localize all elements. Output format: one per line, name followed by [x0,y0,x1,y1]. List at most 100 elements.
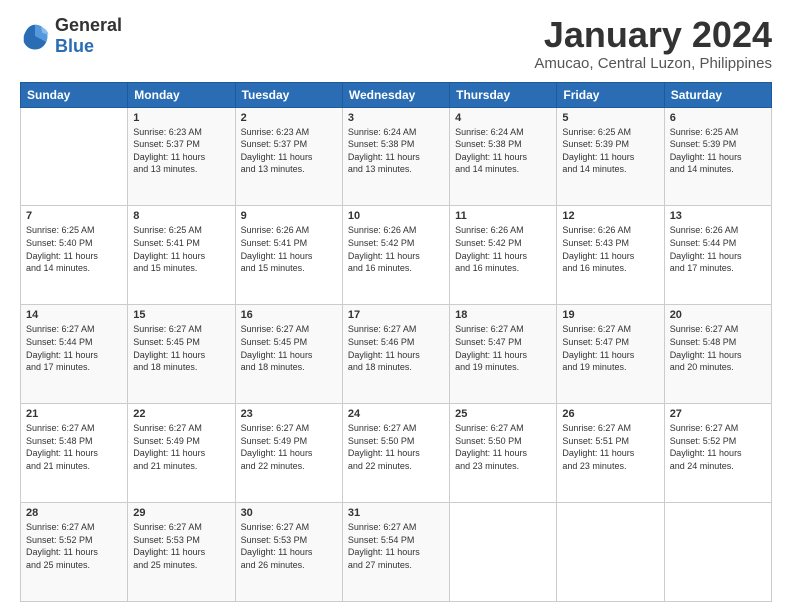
weekday-header-thursday: Thursday [450,82,557,107]
day-cell: 19Sunrise: 6:27 AMSunset: 5:47 PMDayligh… [557,305,664,404]
day-number: 13 [670,210,766,222]
day-number: 4 [455,112,551,124]
day-cell: 27Sunrise: 6:27 AMSunset: 5:52 PMDayligh… [664,404,771,503]
week-row-3: 21 Sunrise: 6:27 AMSunset: 5:48 PMDayligh… [21,404,772,503]
week-row-4: 28 Sunrise: 6:27 AMSunset: 5:52 PMDayligh… [21,503,772,602]
week-row-0: 1Sunrise: 6:23 AMSunset: 5:37 PMDaylight… [21,107,772,206]
day-cell: 18 Sunrise: 6:27 AMSunset: 5:47 PMDayligh… [450,305,557,404]
day-content: Sunrise: 6:27 AMSunset: 5:53 PMDaylight:… [133,521,229,571]
logo: General Blue [20,15,122,57]
day-number: 28 [26,507,122,519]
day-cell: 16Sunrise: 6:27 AMSunset: 5:45 PMDayligh… [235,305,342,404]
day-number: 24 [348,408,444,420]
day-cell: 24 Sunrise: 6:27 AMSunset: 5:50 PMDayligh… [342,404,449,503]
day-content: Sunrise: 6:26 AMSunset: 5:42 PMDaylight:… [348,224,444,274]
day-cell: 2 Sunrise: 6:23 AMSunset: 5:37 PMDaylight… [235,107,342,206]
day-content: Sunrise: 6:27 AMSunset: 5:45 PMDaylight:… [133,323,229,373]
day-number: 30 [241,507,337,519]
day-cell: 20Sunrise: 6:27 AMSunset: 5:48 PMDayligh… [664,305,771,404]
day-number: 6 [670,112,766,124]
day-content: Sunrise: 6:26 AMSunset: 5:43 PMDaylight:… [562,224,658,274]
day-content: Sunrise: 6:26 AMSunset: 5:44 PMDaylight:… [670,224,766,274]
day-cell: 26Sunrise: 6:27 AMSunset: 5:51 PMDayligh… [557,404,664,503]
day-cell [664,503,771,602]
day-cell: 5 Sunrise: 6:25 AMSunset: 5:39 PMDaylight… [557,107,664,206]
week-row-1: 7Sunrise: 6:25 AMSunset: 5:40 PMDaylight… [21,206,772,305]
day-number: 12 [562,210,658,222]
day-number: 9 [241,210,337,222]
day-cell: 15Sunrise: 6:27 AMSunset: 5:45 PMDayligh… [128,305,235,404]
weekday-header-row: SundayMondayTuesdayWednesdayThursdayFrid… [21,82,772,107]
day-content: Sunrise: 6:27 AMSunset: 5:50 PMDaylight:… [455,422,551,472]
day-number: 16 [241,309,337,321]
calendar-header: SundayMondayTuesdayWednesdayThursdayFrid… [21,82,772,107]
day-content: Sunrise: 6:27 AMSunset: 5:47 PMDaylight:… [455,323,551,373]
day-content: Sunrise: 6:27 AMSunset: 5:49 PMDaylight:… [241,422,337,472]
day-content: Sunrise: 6:27 AMSunset: 5:46 PMDaylight:… [348,323,444,373]
day-content: Sunrise: 6:25 AMSunset: 5:41 PMDaylight:… [133,224,229,274]
day-cell [450,503,557,602]
day-cell: 8 Sunrise: 6:25 AMSunset: 5:41 PMDaylight… [128,206,235,305]
day-content: Sunrise: 6:27 AMSunset: 5:44 PMDaylight:… [26,323,122,373]
week-row-2: 14 Sunrise: 6:27 AMSunset: 5:44 PMDayligh… [21,305,772,404]
day-content: Sunrise: 6:23 AMSunset: 5:37 PMDaylight:… [241,126,337,176]
day-content: Sunrise: 6:26 AMSunset: 5:41 PMDaylight:… [241,224,337,274]
day-content: Sunrise: 6:24 AMSunset: 5:38 PMDaylight:… [455,126,551,176]
month-title: January 2024 [534,15,772,55]
day-content: Sunrise: 6:27 AMSunset: 5:53 PMDaylight:… [241,521,337,571]
logo-text: General Blue [55,15,122,57]
day-content: Sunrise: 6:27 AMSunset: 5:54 PMDaylight:… [348,521,444,571]
day-cell: 9 Sunrise: 6:26 AMSunset: 5:41 PMDaylight… [235,206,342,305]
calendar-table: SundayMondayTuesdayWednesdayThursdayFrid… [20,82,772,602]
header: General Blue January 2024 Amucao, Centra… [20,15,772,72]
logo-icon [20,21,50,51]
day-number: 14 [26,309,122,321]
day-number: 5 [562,112,658,124]
day-cell: 10 Sunrise: 6:26 AMSunset: 5:42 PMDayligh… [342,206,449,305]
day-number: 2 [241,112,337,124]
day-number: 31 [348,507,444,519]
day-cell: 23 Sunrise: 6:27 AMSunset: 5:49 PMDayligh… [235,404,342,503]
day-number: 8 [133,210,229,222]
day-content: Sunrise: 6:27 AMSunset: 5:48 PMDaylight:… [670,323,766,373]
day-number: 21 [26,408,122,420]
weekday-header-sunday: Sunday [21,82,128,107]
day-content: Sunrise: 6:25 AMSunset: 5:39 PMDaylight:… [562,126,658,176]
day-content: Sunrise: 6:27 AMSunset: 5:50 PMDaylight:… [348,422,444,472]
day-cell: 17 Sunrise: 6:27 AMSunset: 5:46 PMDayligh… [342,305,449,404]
weekday-header-tuesday: Tuesday [235,82,342,107]
day-number: 18 [455,309,551,321]
day-number: 22 [133,408,229,420]
day-cell: 12 Sunrise: 6:26 AMSunset: 5:43 PMDayligh… [557,206,664,305]
day-content: Sunrise: 6:27 AMSunset: 5:51 PMDaylight:… [562,422,658,472]
day-cell: 21 Sunrise: 6:27 AMSunset: 5:48 PMDayligh… [21,404,128,503]
day-cell [557,503,664,602]
day-cell: 4 Sunrise: 6:24 AMSunset: 5:38 PMDaylight… [450,107,557,206]
calendar-body: 1Sunrise: 6:23 AMSunset: 5:37 PMDaylight… [21,107,772,601]
day-cell: 14 Sunrise: 6:27 AMSunset: 5:44 PMDayligh… [21,305,128,404]
day-number: 29 [133,507,229,519]
weekday-header-saturday: Saturday [664,82,771,107]
day-number: 10 [348,210,444,222]
location-subtitle: Amucao, Central Luzon, Philippines [534,55,772,72]
day-number: 17 [348,309,444,321]
day-content: Sunrise: 6:27 AMSunset: 5:52 PMDaylight:… [26,521,122,571]
page: General Blue January 2024 Amucao, Centra… [0,0,792,612]
day-content: Sunrise: 6:27 AMSunset: 5:48 PMDaylight:… [26,422,122,472]
day-content: Sunrise: 6:24 AMSunset: 5:38 PMDaylight:… [348,126,444,176]
day-number: 11 [455,210,551,222]
weekday-header-monday: Monday [128,82,235,107]
day-cell: 1Sunrise: 6:23 AMSunset: 5:37 PMDaylight… [128,107,235,206]
day-cell: 22 Sunrise: 6:27 AMSunset: 5:49 PMDayligh… [128,404,235,503]
day-cell: 7Sunrise: 6:25 AMSunset: 5:40 PMDaylight… [21,206,128,305]
title-block: January 2024 Amucao, Central Luzon, Phil… [534,15,772,72]
day-number: 19 [562,309,658,321]
day-content: Sunrise: 6:27 AMSunset: 5:49 PMDaylight:… [133,422,229,472]
day-cell: 25 Sunrise: 6:27 AMSunset: 5:50 PMDayligh… [450,404,557,503]
day-number: 25 [455,408,551,420]
day-content: Sunrise: 6:25 AMSunset: 5:39 PMDaylight:… [670,126,766,176]
day-number: 23 [241,408,337,420]
day-number: 7 [26,210,122,222]
day-cell: 11Sunrise: 6:26 AMSunset: 5:42 PMDayligh… [450,206,557,305]
day-number: 27 [670,408,766,420]
